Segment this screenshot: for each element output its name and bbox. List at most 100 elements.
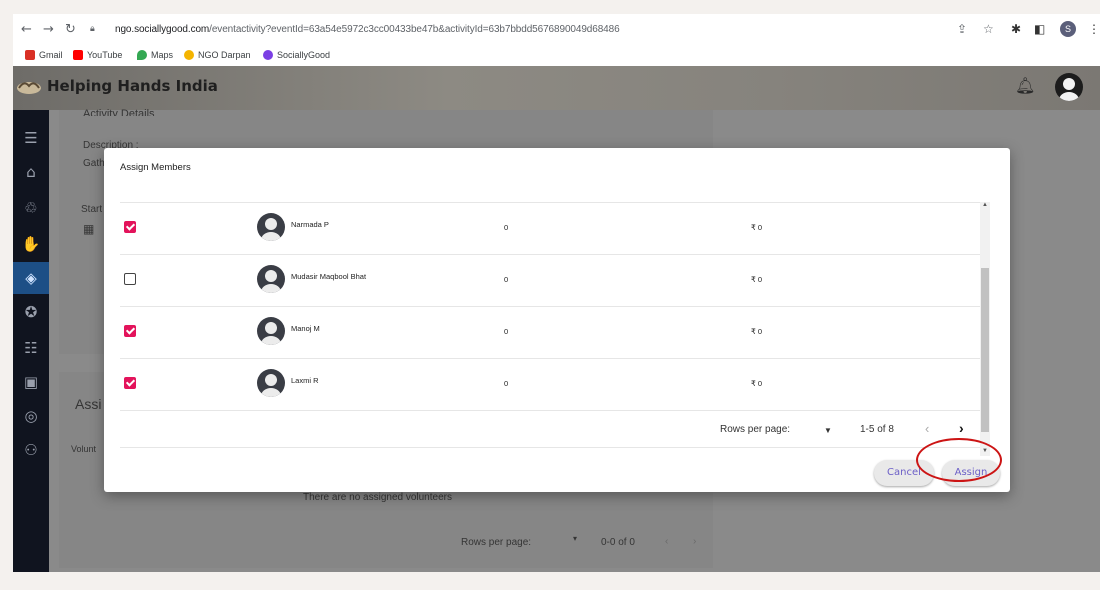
url-host: ngo.sociallygood.com [115,24,210,35]
contacts-icon[interactable]: ☷ [21,338,41,358]
bookmark-star-icon[interactable]: ☆ [983,22,994,36]
user-silhouette-icon [261,218,281,241]
menu-icon[interactable]: ☰ [21,128,41,148]
bg-rows-per-page-label: Rows per page: [461,537,532,548]
ngo-icon[interactable]: ▣ [21,372,41,392]
member-checkbox[interactable] [124,325,136,337]
bg-prev-page-icon: ‹ [665,536,669,547]
member-avatar [257,265,285,293]
ngo-darpan-icon [184,50,194,60]
member-row[interactable]: Laxmi R 0 ₹ 0 [120,359,980,411]
home-icon[interactable]: ⌂ [21,162,41,182]
member-avatar [257,213,285,241]
user-silhouette-icon [261,374,281,397]
profile-avatar[interactable]: S [1060,21,1076,37]
member-count: 0 [504,379,509,388]
user-silhouette-icon [261,270,281,293]
member-list: Narmada P 0 ₹ 0 Mudasir Maqbool Bhat 0 ₹… [120,202,980,411]
prev-page-icon[interactable]: ‹ [925,421,929,436]
people-icon[interactable]: ⚇ [21,440,41,460]
awards-icon[interactable]: ✪ [21,302,41,322]
sidebar: ☰ ⌂ ♲ ✋ ◈ ✪ ☷ ▣ ◎ ⚇ [13,110,49,572]
extensions-icon[interactable]: ✱ [1011,22,1021,36]
member-count: 0 [504,275,509,284]
address-bar[interactable]: ngo.sociallygood.com/eventactivity?event… [115,24,620,35]
pagination-range: 1-5 of 8 [860,424,894,435]
lock-icon[interactable]: 🔒︎ [90,24,95,34]
pagination: Rows per page: ▼ 1-5 of 8 ‹ › [120,410,980,448]
calendar-icon: ▦ [83,222,95,236]
csr-icon[interactable]: ◎ [21,406,41,426]
app-title: Helping Hands India [47,77,218,95]
member-avatar [257,369,285,397]
bookmark-ngo-darpan[interactable]: NGO Darpan [184,50,251,60]
list-scrollbar[interactable]: ▲ ▼ [980,202,990,456]
empty-volunteers-text: There are no assigned volunteers [303,492,452,503]
donations-icon[interactable]: ♲ [21,198,41,218]
browser-window: ← → ↻ 🔒︎ ngo.sociallygood.com/eventactiv… [13,14,1100,572]
user-silhouette-icon [261,322,281,345]
rows-per-page-label: Rows per page: [720,424,791,435]
member-name: Mudasir Maqbool Bhat [291,272,367,281]
member-amount: ₹ 0 [751,327,763,336]
member-row[interactable]: Narmada P 0 ₹ 0 [120,203,980,255]
bookmarks-bar: Gmail YouTube Maps NGO Darpan SociallyGo… [13,46,1100,66]
bookmark-maps[interactable]: Maps [137,50,173,60]
member-checkbox[interactable] [124,377,136,389]
member-amount: ₹ 0 [751,275,763,284]
member-name: Narmada P [291,220,329,229]
bookmark-label: Maps [151,50,174,60]
bookmark-sociallygood[interactable]: SociallyGood [263,50,330,60]
member-count: 0 [504,327,509,336]
scrollbar-thumb[interactable] [981,268,989,432]
bookmark-label: SociallyGood [277,50,331,60]
user-silhouette-icon [1059,78,1079,101]
member-row[interactable]: Manoj M 0 ₹ 0 [120,307,980,359]
bookmark-youtube[interactable]: YouTube [73,50,122,60]
profile-initial: S [1064,24,1071,34]
share-icon[interactable]: ⇪ [957,22,967,36]
user-avatar[interactable] [1055,73,1083,101]
youtube-icon [73,50,83,60]
app-viewport: Helping Hands India 🔔︎ ☰ ⌂ ♲ ✋ ◈ ✪ ☷ ▣ ◎… [13,66,1100,572]
member-amount: ₹ 0 [751,223,763,232]
volunteer-column-header: Volunt [71,444,97,454]
bg-pagination-range: 0-0 of 0 [601,537,635,548]
browser-toolbar: ← → ↻ 🔒︎ ngo.sociallygood.com/eventactiv… [13,14,1100,46]
back-icon[interactable]: ← [21,22,32,37]
assign-members-dialog: Assign Members Narmada P 0 ₹ 0 Mudasir M… [104,148,1010,492]
member-row[interactable]: Mudasir Maqbool Bhat 0 ₹ 0 [120,255,980,307]
bookmark-gmail[interactable]: Gmail [25,50,63,60]
rows-per-page-dropdown-icon[interactable]: ▼ [824,426,832,435]
maps-icon [137,50,147,60]
notification-bell-icon[interactable]: 🔔︎ [1015,76,1035,95]
bg-rows-dropdown-icon: ▾ [573,534,578,543]
side-panel-icon[interactable]: ◧ [1034,22,1045,36]
member-count: 0 [504,223,509,232]
sociallygood-icon [263,50,273,60]
reload-icon[interactable]: ↻ [65,22,76,37]
scroll-up-icon[interactable]: ▲ [982,202,988,208]
member-checkbox[interactable] [124,273,136,285]
assign-highlight-annotation [916,438,1002,482]
url-path: /eventactivity?eventId=63a54e5972c3cc004… [209,24,620,35]
member-name: Manoj M [291,324,320,333]
forward-icon[interactable]: → [43,22,54,37]
member-avatar [257,317,285,345]
member-amount: ₹ 0 [751,379,763,388]
bookmark-label: NGO Darpan [198,50,251,60]
assigned-title: Assi [75,396,102,412]
more-menu-icon[interactable]: ⋮ [1088,22,1100,36]
next-page-icon[interactable]: › [959,420,964,436]
description-value: Gath [83,158,105,169]
activity-details-title: Activity Details [83,108,155,116]
activity-icon[interactable]: ◈ [21,268,41,288]
org-logo [17,82,41,94]
handshake-icon[interactable]: ✋ [21,234,41,254]
member-checkbox[interactable] [124,221,136,233]
dialog-actions: Cancel Assign [104,448,1010,492]
app-header: Helping Hands India 🔔︎ [13,66,1100,110]
start-label: Start [81,204,103,215]
gmail-icon [25,50,35,60]
bookmark-label: Gmail [39,50,63,60]
